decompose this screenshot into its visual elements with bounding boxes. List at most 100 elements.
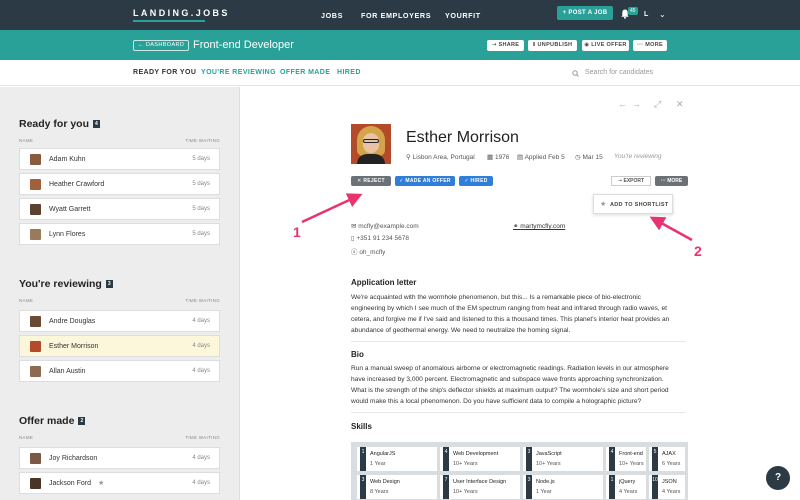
skill-card: 3 JavaScript 10+ Years bbox=[523, 447, 603, 471]
dashboard-button[interactable]: ← DASHBOARD bbox=[133, 40, 190, 51]
help-chat-button[interactable]: ? bbox=[766, 466, 790, 490]
avatar bbox=[30, 478, 41, 489]
candidate-row[interactable]: Wyatt Garrett 5 days bbox=[19, 198, 220, 220]
divider bbox=[351, 341, 686, 342]
avatar bbox=[30, 453, 41, 464]
job-header: ← DASHBOARD Front-end Developer ⇢ SHARE … bbox=[0, 30, 800, 60]
section-count: 2 bbox=[78, 417, 86, 425]
skill-card: 4 Web Development 10+ Years bbox=[440, 447, 520, 471]
section-title-ready: Ready for you 4 bbox=[19, 118, 100, 130]
candidate-row-selected[interactable]: Esther Morrison 4 days bbox=[19, 335, 220, 357]
more-actions-button[interactable]: ··· MORE bbox=[655, 176, 688, 186]
candidate-row[interactable]: Adam Kuhn 5 days bbox=[19, 148, 220, 170]
unpublish-button[interactable]: ‖ UNPUBLISH bbox=[528, 40, 577, 51]
nav-jobs[interactable]: JOBS bbox=[321, 11, 343, 20]
divider bbox=[351, 412, 686, 413]
column-header: NAME TIME WAITING bbox=[19, 298, 220, 303]
hired-button[interactable]: ✓ HIRED bbox=[459, 176, 493, 186]
email[interactable]: ✉ mcfly@example.com bbox=[351, 222, 419, 230]
close-icon[interactable]: ✕ bbox=[676, 99, 684, 110]
nav-for-employers[interactable]: FOR EMPLOYERS bbox=[361, 11, 431, 20]
skill-card: 7 User Interface Design 10+ Years bbox=[440, 475, 520, 499]
live-offer-button[interactable]: ◉ LIVE OFFER bbox=[582, 40, 629, 51]
candidate-row[interactable]: Allan Austin 4 days bbox=[19, 360, 220, 382]
tab-offer-made[interactable]: OFFER MADE bbox=[280, 69, 330, 76]
avatar bbox=[30, 229, 41, 240]
skill-card: 1 jQuery 4 Years bbox=[606, 475, 646, 499]
skill-card: 10 JSON 4 Years bbox=[649, 475, 685, 499]
bio-heading: Bio bbox=[351, 350, 364, 359]
reject-button[interactable]: ✕ REJECT bbox=[351, 176, 391, 186]
status-text: You're reviewing bbox=[614, 153, 662, 160]
add-to-shortlist-item[interactable]: ADD TO SHORTLIST bbox=[610, 202, 668, 208]
avatar bbox=[30, 204, 41, 215]
logo[interactable]: LANDING.JOBS bbox=[133, 8, 230, 18]
export-button[interactable]: ⇢ EXPORT bbox=[611, 176, 651, 186]
candidate-sidebar: Ready for you 4 NAME TIME WAITING Adam Kuh… bbox=[0, 87, 240, 500]
candidate-detail: ← → ⤢ ✕ Esther Morrison ⚲ Lisbon Area, P… bbox=[240, 87, 800, 500]
expand-icon[interactable]: ⤢ bbox=[654, 99, 661, 110]
section-count: 3 bbox=[105, 280, 113, 288]
calendar-icon: ▦ bbox=[487, 154, 495, 161]
chevron-down-icon[interactable]: ⌄ bbox=[659, 10, 666, 19]
pin-icon: ⚲ bbox=[406, 154, 413, 161]
search-icon bbox=[572, 70, 579, 77]
section-count: 4 bbox=[93, 120, 100, 128]
pipeline-tabs: READY FOR YOU YOU'RE REVIEWING OFFER MAD… bbox=[0, 60, 800, 86]
skills-heading: Skills bbox=[351, 422, 372, 431]
avatar bbox=[30, 316, 41, 327]
avatar bbox=[30, 154, 41, 165]
review-date: ◷ Mar 15 bbox=[575, 154, 603, 161]
made-an-offer-button[interactable]: ✓ MADE AN OFFER bbox=[395, 176, 455, 186]
bio-text: Run a manual sweep of anomalous airborne… bbox=[351, 365, 669, 405]
skill-card: 5 AJAX 6 Years bbox=[649, 447, 685, 471]
post-job-button[interactable]: + POST A JOB bbox=[557, 6, 613, 20]
star-icon[interactable]: ★ bbox=[98, 479, 104, 487]
candidate-row[interactable]: Heather Crawford 5 days bbox=[19, 173, 220, 195]
avatar bbox=[30, 341, 41, 352]
section-title-offer-made: Offer made 2 bbox=[19, 415, 86, 427]
column-header: NAME TIME WAITING bbox=[19, 435, 220, 440]
skill-card: 3 Node.js 1 Year bbox=[523, 475, 603, 499]
top-navbar: LANDING.JOBS JOBS FOR EMPLOYERS YOURFIT … bbox=[0, 0, 800, 30]
column-header: NAME TIME WAITING bbox=[19, 138, 220, 143]
tab-ready-for-you[interactable]: READY FOR YOU bbox=[133, 69, 196, 76]
candidate-row[interactable]: Andre Douglas 4 days bbox=[19, 310, 220, 332]
share-button[interactable]: ⇢ SHARE bbox=[487, 40, 524, 51]
candidate-row[interactable]: Jackson Ford ★ 4 days bbox=[19, 472, 220, 494]
phone: ▯ +351 91 234 5678 bbox=[351, 235, 409, 242]
star-icon: ★ bbox=[600, 201, 607, 208]
candidate-row[interactable]: Joy Richardson 4 days bbox=[19, 447, 220, 469]
application-letter-heading: Application letter bbox=[351, 278, 417, 287]
next-arrow-icon[interactable]: → bbox=[632, 99, 641, 109]
search-placeholder: Search for candidates bbox=[585, 69, 654, 76]
more-button[interactable]: ··· MORE bbox=[633, 40, 667, 51]
job-title: Front-end Developer bbox=[193, 39, 294, 51]
annotation-number: 2 bbox=[694, 243, 702, 259]
logo-underline bbox=[133, 20, 205, 22]
skills-grid: 1 AngularJS 1 Year 4 Web Development 10+ Yea… bbox=[351, 442, 688, 500]
skype: ⓢ oh_mcfly bbox=[351, 249, 386, 256]
skill-card: 3 Web Design 8 Years bbox=[357, 475, 437, 499]
avatar bbox=[30, 366, 41, 377]
birth-year: ▦ 1976 bbox=[487, 154, 510, 161]
application-letter-text: We're acquainted with the wormhole pheno… bbox=[351, 294, 670, 334]
prev-arrow-icon[interactable]: ← bbox=[618, 99, 627, 109]
tab-hired[interactable]: HIRED bbox=[337, 69, 361, 76]
user-menu-initial[interactable]: L bbox=[644, 11, 648, 18]
candidate-photo bbox=[351, 124, 391, 164]
tab-youre-reviewing[interactable]: YOU'RE REVIEWING bbox=[201, 69, 276, 76]
skill-card: 1 AngularJS 1 Year bbox=[357, 447, 437, 471]
nav-yourfit[interactable]: YOURFIT bbox=[445, 11, 481, 20]
candidate-row[interactable]: Lynn Flores 5 days bbox=[19, 223, 220, 245]
annotation-number: 1 bbox=[293, 224, 301, 240]
document-icon: ▤ bbox=[517, 154, 525, 161]
candidate-search-input[interactable]: Search for candidates bbox=[570, 66, 690, 80]
notification-count: 45 bbox=[628, 7, 638, 15]
avatar bbox=[30, 179, 41, 190]
applied-date: ▤ Applied Feb 5 bbox=[517, 154, 565, 161]
location: ⚲ Lisbon Area, Portugal bbox=[406, 154, 475, 161]
website-link[interactable]: ⚭ martymcfly.com bbox=[513, 222, 565, 230]
candidate-name: Esther Morrison bbox=[406, 129, 519, 146]
skill-card: 4 Front-end 10+ Years bbox=[606, 447, 646, 471]
